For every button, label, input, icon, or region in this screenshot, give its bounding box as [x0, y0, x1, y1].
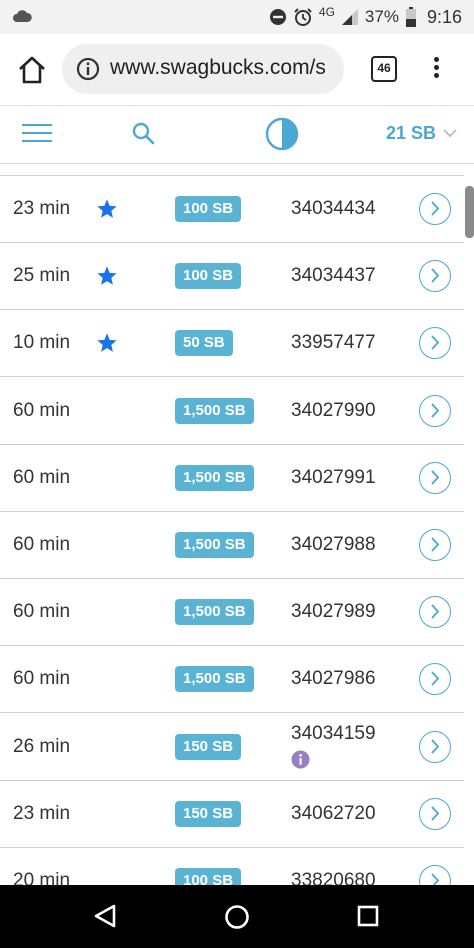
survey-duration: 60 min [13, 534, 71, 555]
survey-row[interactable]: 20 min 100 SB 33820680 [0, 848, 464, 885]
survey-row[interactable]: 23 min 100 SB 34034434 [0, 176, 464, 243]
back-icon[interactable] [92, 903, 118, 929]
url-text[interactable]: www.swagbucks.com/s [110, 56, 326, 80]
chevron-right-icon [431, 201, 440, 216]
survey-duration: 60 min [13, 601, 71, 623]
reward-badge: 100 SB [175, 868, 242, 885]
sb-balance[interactable]: 21 SB [386, 123, 436, 144]
survey-duration: 20 min [13, 870, 71, 885]
reward-badge: 150 SB [175, 800, 242, 827]
open-survey-button[interactable] [419, 663, 451, 696]
cloud-icon [13, 10, 32, 22]
reward-badge: 100 SB [175, 196, 242, 222]
survey-id: 34062720 [291, 802, 376, 824]
open-survey-button[interactable] [419, 461, 451, 494]
star-icon [97, 333, 117, 353]
chevron-down-icon[interactable] [442, 128, 458, 138]
open-survey-button[interactable] [419, 730, 451, 763]
status-bar: 4G 37% 9:16 [0, 0, 474, 34]
survey-id: 34027991 [291, 466, 376, 488]
survey-duration: 60 min [13, 466, 71, 488]
reward-badge: 1,500 SB [175, 532, 254, 558]
survey-id: 34027989 [291, 601, 376, 623]
survey-id: 34027990 [291, 399, 376, 421]
survey-duration: 26 min [13, 735, 71, 757]
reward-badge: 1,500 SB [175, 666, 254, 693]
star-icon [97, 199, 117, 218]
browser-toolbar: www.swagbucks.com/s 46 [0, 34, 474, 106]
survey-duration: 60 min [13, 399, 71, 421]
open-survey-button[interactable] [419, 327, 451, 360]
survey-row[interactable]: 10 min 50 SB 33957477 [0, 310, 464, 378]
survey-row[interactable]: 60 min 1,500 SB 34027986 [0, 646, 464, 714]
scrollbar-thumb[interactable] [465, 186, 474, 238]
info-icon[interactable] [76, 57, 100, 81]
survey-row[interactable]: 23 min 150 SB 34062720 [0, 781, 464, 848]
survey-row[interactable]: 25 min 100 SB 34034437 [0, 243, 464, 311]
battery-icon [405, 7, 416, 27]
pie-chart-icon[interactable] [264, 116, 300, 152]
survey-list: 23 min 100 SB 34034434 25 min 100 SB 34034437… [0, 164, 474, 885]
signal-icon [341, 9, 358, 25]
chevron-right-icon [431, 335, 440, 351]
survey-row[interactable]: 26 min 150 SB 34034159 [0, 714, 464, 781]
network-type: 4G [318, 5, 335, 19]
chevron-right-icon [431, 537, 440, 552]
chevron-right-icon [431, 873, 440, 885]
survey-id: 33957477 [291, 332, 376, 354]
reward-badge: 1,500 SB [175, 599, 254, 626]
survey-row[interactable]: 60 min 1,500 SB 34027989 [0, 579, 464, 647]
address-bar[interactable]: www.swagbucks.com/s [62, 44, 344, 94]
survey-duration: 23 min [13, 802, 71, 824]
chevron-right-icon [431, 268, 440, 283]
survey-id: 34034434 [291, 198, 376, 219]
open-survey-button[interactable] [419, 596, 451, 629]
survey-row[interactable]: 60 min 1,500 SB 34027990 [0, 378, 464, 445]
open-survey-button[interactable] [419, 260, 451, 293]
chevron-right-icon [431, 671, 440, 687]
survey-duration: 23 min [13, 198, 71, 219]
search-icon[interactable] [131, 121, 155, 145]
survey-id: 34027988 [291, 534, 376, 555]
reward-badge: 150 SB [175, 733, 242, 760]
survey-id: 33820680 [291, 870, 376, 885]
hamburger-icon[interactable] [22, 124, 52, 144]
overflow-menu-icon[interactable] [426, 54, 446, 84]
chevron-right-icon [431, 738, 440, 754]
survey-row[interactable]: 60 min 1,500 SB 34027991 [0, 445, 464, 512]
star-icon [97, 266, 117, 285]
survey-id: 34027986 [291, 668, 376, 690]
recents-icon[interactable] [357, 905, 379, 927]
survey-id: 34034159 [291, 722, 376, 744]
battery-percent: 37% [364, 7, 399, 26]
open-survey-button[interactable] [419, 865, 451, 885]
survey-row[interactable]: 60 min 1,500 SB 34027988 [0, 512, 464, 579]
open-survey-button[interactable] [419, 394, 451, 427]
survey-duration: 10 min [13, 332, 71, 354]
info-badge-icon[interactable] [291, 750, 310, 769]
chevron-right-icon [431, 604, 440, 619]
open-survey-button[interactable] [419, 797, 451, 830]
survey-duration: 60 min [13, 668, 71, 690]
home-circle-icon[interactable] [224, 904, 250, 930]
reward-badge: 100 SB [175, 263, 242, 290]
survey-duration: 25 min [13, 265, 71, 287]
tabs-icon[interactable]: 46 [371, 56, 397, 82]
alarm-icon [294, 8, 312, 26]
system-nav-bar [0, 885, 474, 948]
reward-badge: 1,500 SB [175, 397, 254, 424]
open-survey-button[interactable] [419, 529, 451, 561]
open-survey-button[interactable] [419, 193, 451, 225]
reward-badge: 50 SB [175, 330, 233, 357]
chevron-right-icon [431, 806, 440, 821]
survey-id: 34034437 [291, 265, 376, 287]
chevron-right-icon [431, 470, 440, 485]
do-not-disturb-icon [269, 9, 286, 25]
site-header: 21 SB [0, 106, 474, 164]
home-icon[interactable] [16, 54, 48, 86]
clock: 9:16 [426, 6, 462, 27]
chevron-right-icon [431, 402, 440, 418]
reward-badge: 1,500 SB [175, 464, 254, 491]
